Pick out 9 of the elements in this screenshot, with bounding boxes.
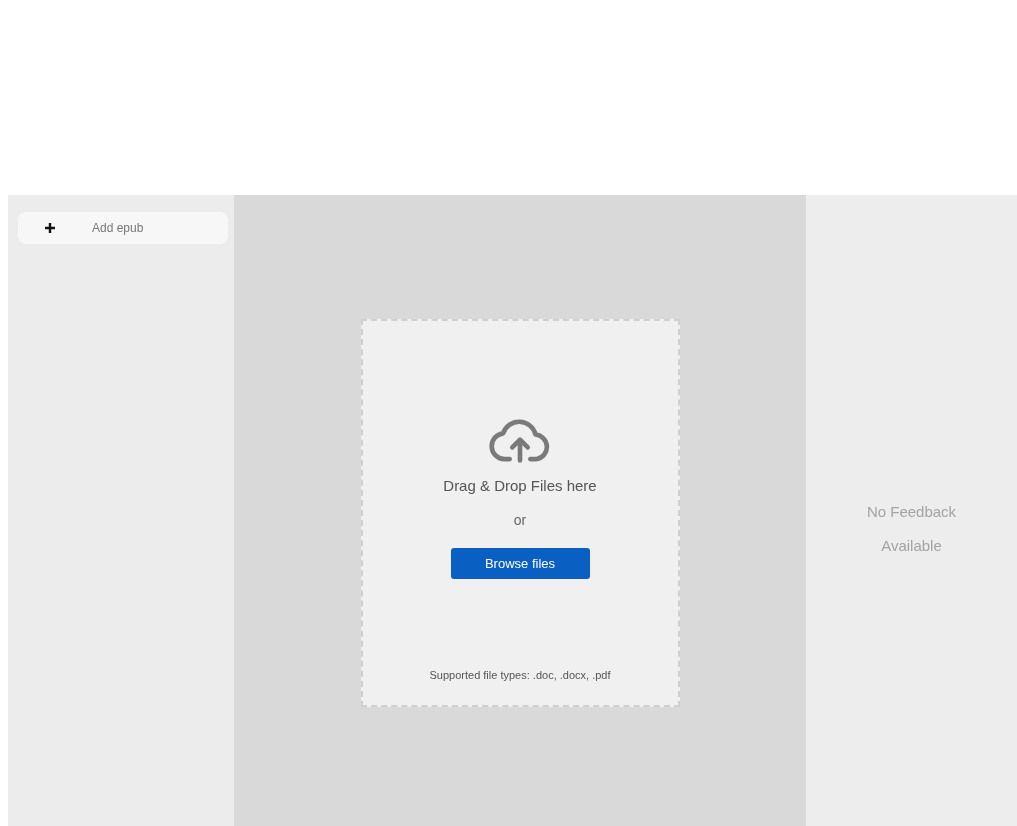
- add-epub-button[interactable]: Add epub: [18, 212, 228, 244]
- supported-types-text: Supported file types: .doc, .docx, .pdf: [429, 669, 611, 681]
- no-feedback-message: No Feedback Available: [865, 502, 958, 556]
- plus-icon: [44, 222, 56, 234]
- browse-files-button[interactable]: Browse files: [450, 548, 590, 579]
- drop-zone[interactable]: Drag & Drop Files here or Browse files Supported file types: .doc, .docx, .pdf: [360, 319, 680, 707]
- drop-title: Drag & Drop Files here: [443, 477, 597, 494]
- cloud-upload-icon: [489, 419, 551, 463]
- or-label: or: [513, 512, 527, 528]
